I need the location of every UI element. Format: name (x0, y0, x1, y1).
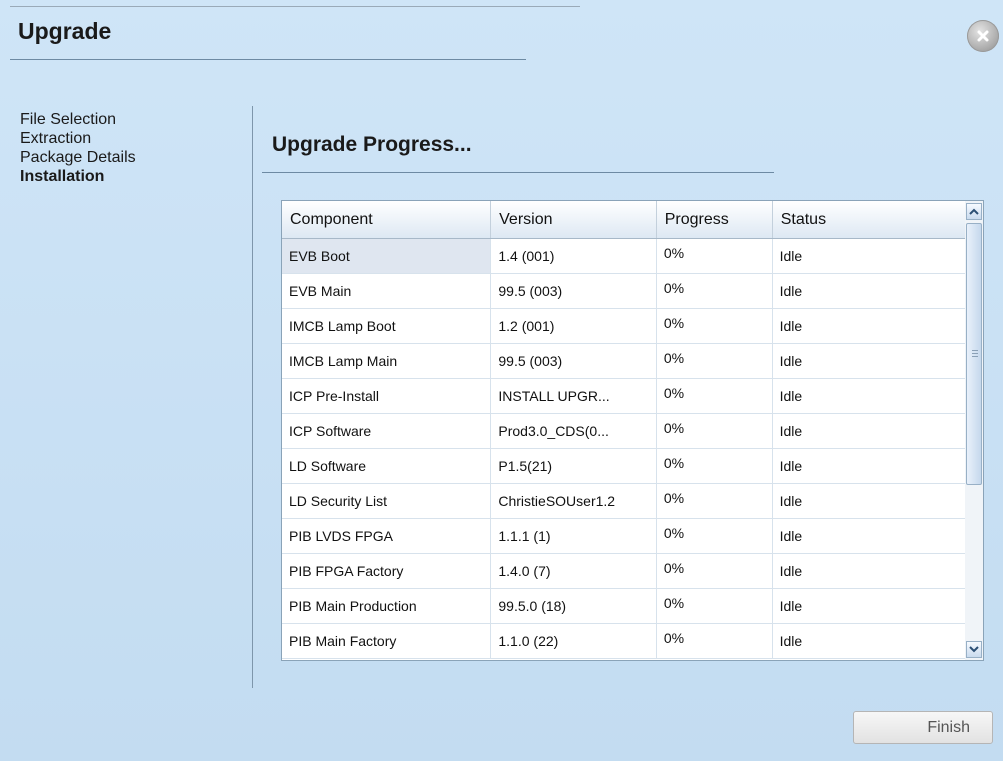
table-row[interactable]: IMCB Lamp Boot 1.2 (001) 0% Idle (282, 309, 966, 344)
cell-version: INSTALL UPGR... (491, 379, 657, 413)
cell-status: Idle (773, 414, 966, 448)
scrollbar-grip (972, 350, 978, 351)
cell-status: Idle (773, 624, 966, 658)
cell-progress: 0% (657, 589, 773, 623)
finish-button[interactable]: Finish (853, 711, 993, 744)
scroll-up-button[interactable] (966, 203, 982, 220)
step-extraction: Extraction (20, 130, 92, 147)
cell-component: EVB Boot (282, 239, 492, 273)
close-button[interactable] (967, 20, 999, 52)
step-installation: Installation (20, 168, 105, 185)
cell-status: Idle (773, 484, 966, 518)
vertical-divider (252, 106, 253, 688)
cell-progress: 0% (657, 624, 773, 658)
scrollbar-thumb[interactable] (966, 223, 982, 485)
table-scrollbar[interactable] (965, 200, 984, 661)
column-header-status[interactable]: Status (773, 201, 966, 238)
cell-progress: 0% (657, 309, 773, 343)
cell-component: ICP Software (282, 414, 492, 448)
cell-status: Idle (773, 589, 966, 623)
cell-version: Prod3.0_CDS(0... (491, 414, 657, 448)
table-row[interactable]: PIB Main Factory 1.1.0 (22) 0% Idle (282, 624, 966, 659)
title-divider (10, 59, 526, 60)
wizard-steps: File Selection Extraction Package Detail… (20, 110, 136, 186)
cell-component: ICP Pre-Install (282, 379, 492, 413)
cell-version: 99.5 (003) (491, 274, 657, 308)
cell-status: Idle (773, 309, 966, 343)
cell-version: 1.1.0 (22) (491, 624, 657, 658)
chevron-down-icon (969, 646, 979, 653)
cell-version: 1.4.0 (7) (491, 554, 657, 588)
cell-component: IMCB Lamp Boot (282, 309, 492, 343)
cell-progress: 0% (657, 379, 773, 413)
cell-progress: 0% (657, 344, 773, 378)
cell-component: EVB Main (282, 274, 492, 308)
cell-version: 1.4 (001) (491, 239, 657, 273)
cell-version: 1.1.1 (1) (491, 519, 657, 553)
table-row[interactable]: EVB Boot 1.4 (001) 0% Idle (282, 239, 966, 274)
cell-status: Idle (773, 344, 966, 378)
section-divider (262, 172, 774, 173)
column-header-progress[interactable]: Progress (657, 201, 773, 238)
cell-status: Idle (773, 519, 966, 553)
cell-version: 99.5.0 (18) (491, 589, 657, 623)
table-row[interactable]: PIB FPGA Factory 1.4.0 (7) 0% Idle (282, 554, 966, 589)
scroll-down-button[interactable] (966, 641, 982, 658)
cell-component: IMCB Lamp Main (282, 344, 492, 378)
chevron-up-icon (969, 208, 979, 215)
dialog-top-edge (10, 6, 580, 7)
table-row[interactable]: EVB Main 99.5 (003) 0% Idle (282, 274, 966, 309)
upgrade-dialog: Upgrade File Selection Extraction Packag… (0, 0, 1003, 761)
table-row[interactable]: LD Security List ChristieSOUser1.2 0% Idle (282, 484, 966, 519)
section-title: Upgrade Progress... (272, 133, 472, 156)
cell-status: Idle (773, 239, 966, 273)
cell-progress: 0% (657, 449, 773, 483)
close-icon (977, 30, 989, 42)
cell-version: ChristieSOUser1.2 (491, 484, 657, 518)
cell-progress: 0% (657, 519, 773, 553)
cell-status: Idle (773, 274, 966, 308)
upgrade-progress-table: Component Version Progress Status EVB Bo… (281, 200, 967, 661)
table-row[interactable]: LD Software P1.5(21) 0% Idle (282, 449, 966, 484)
cell-version: 99.5 (003) (491, 344, 657, 378)
cell-component: PIB Main Factory (282, 624, 492, 658)
cell-component: PIB LVDS FPGA (282, 519, 492, 553)
cell-progress: 0% (657, 274, 773, 308)
table-body: EVB Boot 1.4 (001) 0% Idle EVB Main 99.5 (003… (282, 239, 966, 659)
step-package-details: Package Details (20, 149, 136, 166)
cell-version: P1.5(21) (491, 449, 657, 483)
cell-status: Idle (773, 449, 966, 483)
cell-version: 1.2 (001) (491, 309, 657, 343)
table-row[interactable]: PIB Main Production 99.5.0 (18) 0% Idle (282, 589, 966, 624)
cell-progress: 0% (657, 554, 773, 588)
dialog-title: Upgrade (18, 18, 112, 44)
table-row[interactable]: ICP Software Prod3.0_CDS(0... 0% Idle (282, 414, 966, 449)
cell-progress: 0% (657, 414, 773, 448)
cell-status: Idle (773, 379, 966, 413)
column-header-version[interactable]: Version (491, 201, 657, 238)
cell-progress: 0% (657, 484, 773, 518)
table-row[interactable]: ICP Pre-Install INSTALL UPGR... 0% Idle (282, 379, 966, 414)
cell-component: PIB FPGA Factory (282, 554, 492, 588)
cell-component: PIB Main Production (282, 589, 492, 623)
table-row[interactable]: IMCB Lamp Main 99.5 (003) 0% Idle (282, 344, 966, 379)
cell-component: LD Software (282, 449, 492, 483)
table-row[interactable]: PIB LVDS FPGA 1.1.1 (1) 0% Idle (282, 519, 966, 554)
cell-status: Idle (773, 554, 966, 588)
cell-component: LD Security List (282, 484, 492, 518)
table-header: Component Version Progress Status (282, 201, 966, 239)
cell-progress: 0% (657, 239, 773, 273)
column-header-component[interactable]: Component (282, 201, 492, 238)
step-file-selection: File Selection (20, 111, 117, 128)
